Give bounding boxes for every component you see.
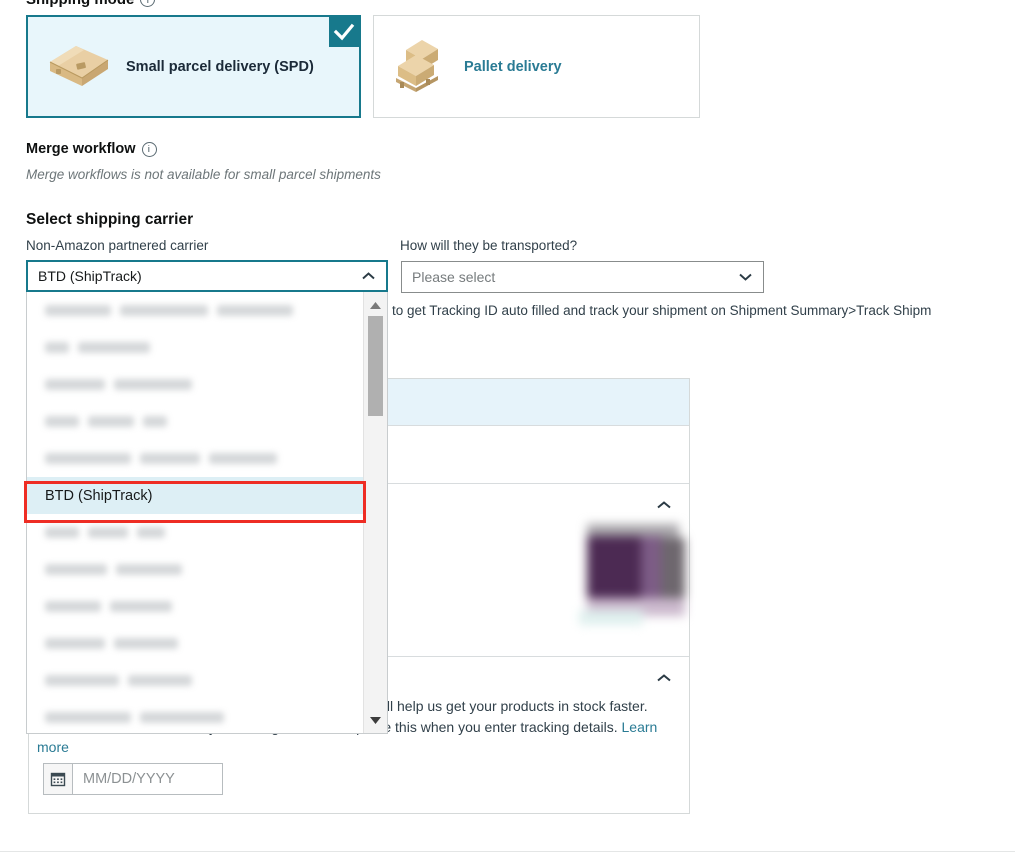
shipping-mode-page: Shipping mode Small parcel delivery (SPD… <box>0 0 1015 858</box>
transport-select-value: Please select <box>412 269 496 285</box>
carrier-option[interactable] <box>27 662 364 699</box>
redacted-option-text <box>45 305 293 316</box>
tracking-helper-text: to get Tracking ID auto filled and track… <box>392 303 932 318</box>
redacted-option-text <box>45 601 172 612</box>
merge-workflow-heading-label: Merge workflow <box>26 141 136 157</box>
pallet-icon <box>392 34 450 99</box>
shipping-mode-option-spd-label: Small parcel delivery (SPD) <box>126 58 314 75</box>
redacted-option-text <box>45 675 192 686</box>
carrier-option[interactable] <box>27 551 364 588</box>
transport-select[interactable]: Please select <box>401 261 764 293</box>
redacted-option-text <box>45 379 192 390</box>
carrier-option[interactable] <box>27 440 364 477</box>
shipping-mode-option-pallet-label: Pallet delivery <box>464 58 562 75</box>
shipping-mode-heading-label: Shipping mode <box>26 0 134 8</box>
carrier-select[interactable]: BTD (ShipTrack) <box>26 260 388 292</box>
scroll-down-arrow-icon[interactable] <box>364 710 387 730</box>
transport-field-label: How will they be transported? <box>400 238 578 253</box>
chevron-up-icon[interactable] <box>655 496 673 514</box>
merge-workflow-note: Merge workflows is not available for sma… <box>26 167 381 182</box>
redacted-option-text <box>45 564 182 575</box>
info-icon[interactable] <box>140 0 156 7</box>
carrier-option-label: BTD (ShipTrack) <box>45 487 153 504</box>
parcel-box-icon <box>46 38 112 95</box>
scrollbar-thumb[interactable] <box>368 316 383 416</box>
shipping-mode-option-pallet[interactable]: Pallet delivery <box>373 15 700 118</box>
delivery-date-input[interactable]: MM/DD/YYYY <box>73 763 223 795</box>
carrier-dropdown-list[interactable]: BTD (ShipTrack) <box>26 292 388 734</box>
carrier-option[interactable] <box>27 625 364 662</box>
select-shipping-carrier-heading: Select shipping carrier <box>26 211 194 228</box>
merge-workflow-heading: Merge workflow <box>26 141 157 157</box>
redacted-option-text <box>45 453 277 464</box>
info-icon[interactable] <box>141 141 157 157</box>
scroll-up-arrow-icon[interactable] <box>364 295 387 315</box>
carrier-option[interactable] <box>27 329 364 366</box>
carrier-select-value: BTD (ShipTrack) <box>38 268 142 284</box>
carrier-option[interactable] <box>27 292 364 329</box>
redacted-product-image <box>579 520 689 625</box>
redacted-option-text <box>45 342 150 353</box>
carrier-dropdown-items: BTD (ShipTrack) <box>27 292 364 733</box>
carrier-option[interactable] <box>27 366 364 403</box>
shipping-mode-option-spd[interactable]: Small parcel delivery (SPD) <box>26 15 361 118</box>
carrier-option[interactable] <box>27 699 364 733</box>
shipping-mode-heading: Shipping mode <box>26 0 156 8</box>
carrier-dropdown-scrollbar[interactable] <box>363 292 387 733</box>
chevron-up-icon[interactable] <box>655 669 673 687</box>
page-bottom-divider <box>0 851 1015 852</box>
carrier-option-selected[interactable]: BTD (ShipTrack) <box>27 477 364 514</box>
delivery-date-field[interactable]: MM/DD/YYYY <box>43 763 223 795</box>
carrier-field-label: Non-Amazon partnered carrier <box>26 238 209 253</box>
check-icon <box>329 17 359 47</box>
carrier-option[interactable] <box>27 403 364 440</box>
redacted-option-text <box>45 638 178 649</box>
redacted-option-text <box>45 527 165 538</box>
carrier-option[interactable] <box>27 588 364 625</box>
redacted-option-text <box>45 712 224 723</box>
calendar-icon[interactable] <box>43 763 73 795</box>
chevron-up-icon <box>361 268 376 284</box>
chevron-down-icon <box>738 269 753 285</box>
carrier-option[interactable] <box>27 514 364 551</box>
redacted-option-text <box>45 416 167 427</box>
